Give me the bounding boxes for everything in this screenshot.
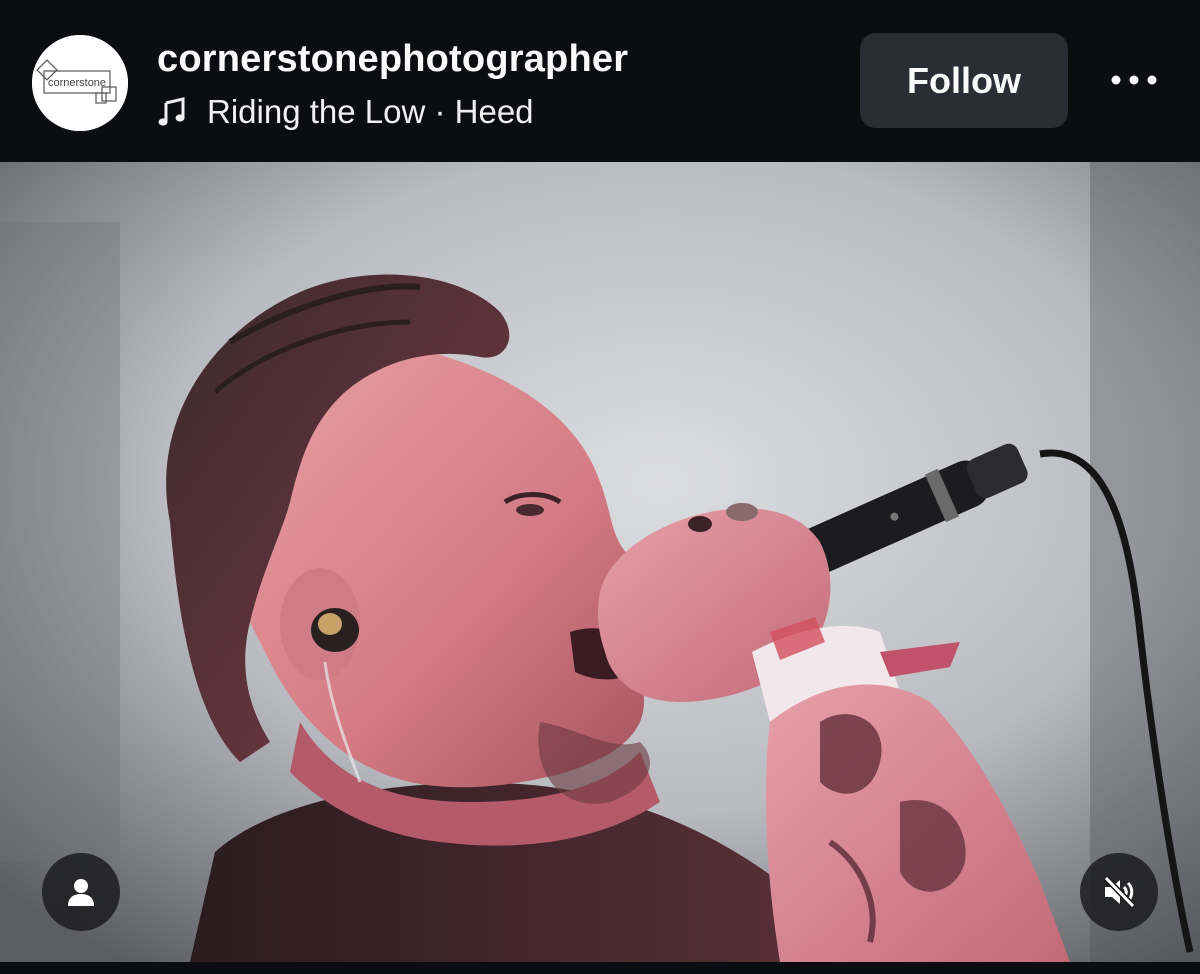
post-media[interactable] — [0, 162, 1200, 962]
cornerstone-logo: cornerstone — [32, 35, 128, 131]
audio-track-label: Riding the Low · Heed — [207, 93, 534, 130]
speaker-muted-icon — [1103, 875, 1136, 909]
follow-button[interactable]: Follow — [860, 33, 1068, 128]
mute-toggle-button[interactable] — [1080, 853, 1158, 931]
username-link[interactable]: cornerstonephotographer — [157, 38, 628, 81]
svg-text:cornerstone: cornerstone — [48, 77, 106, 89]
user-icon — [68, 879, 94, 906]
music-note-icon — [158, 97, 185, 126]
post-header: cornerstone cornerstonephotographer Ridi… — [0, 0, 1200, 162]
audio-attribution[interactable]: Riding the Low · Heed — [157, 92, 534, 132]
more-horizontal-icon — [1111, 75, 1157, 85]
concert-photo — [0, 162, 1200, 962]
avatar[interactable]: cornerstone — [32, 35, 128, 131]
more-options-button[interactable] — [1104, 60, 1164, 100]
bottom-divider — [0, 962, 1200, 974]
post: cornerstone cornerstonephotographer Ridi… — [0, 0, 1200, 974]
tagged-users-button[interactable] — [42, 853, 120, 931]
